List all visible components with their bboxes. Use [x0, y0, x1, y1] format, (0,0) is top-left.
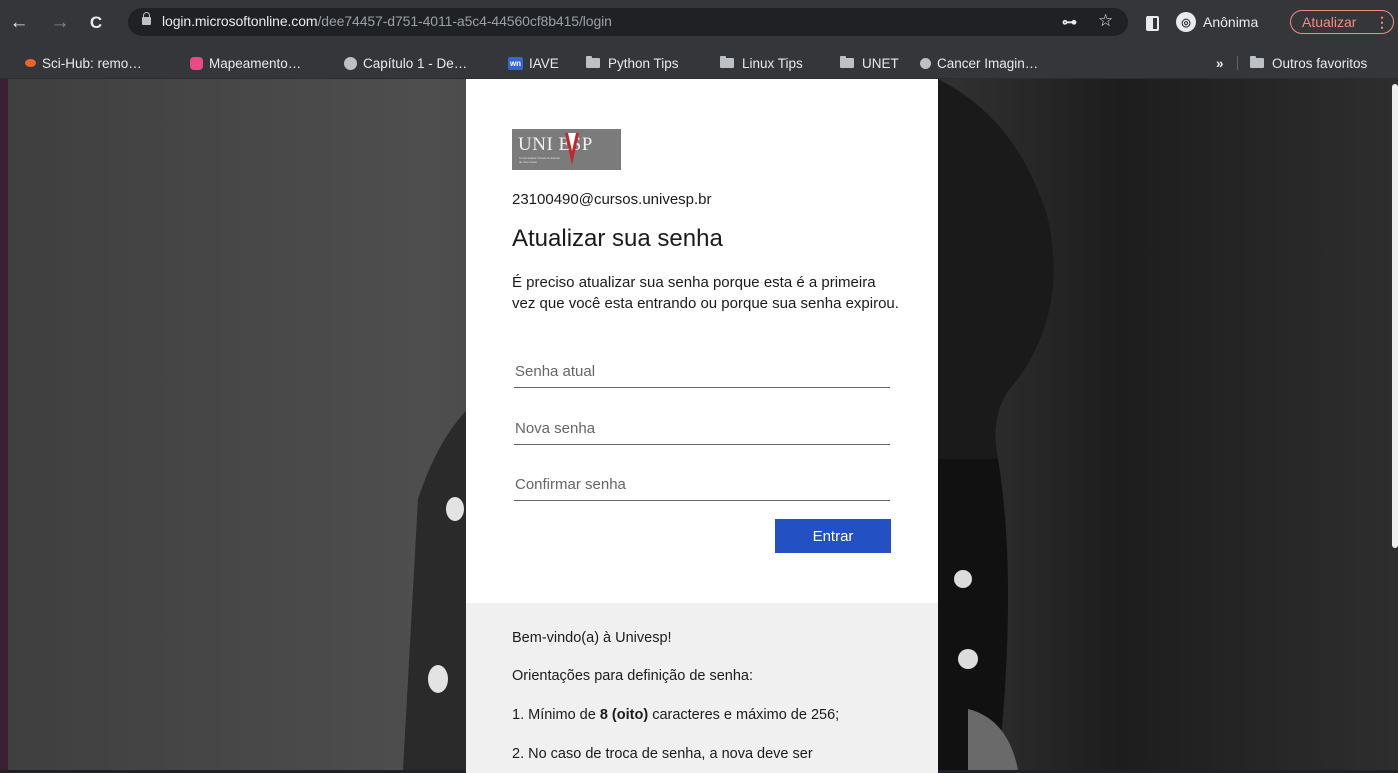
url-host: login.microsoftonline.com	[162, 13, 318, 29]
bookmark-capitulo[interactable]: Capítulo 1 - De…	[344, 54, 467, 72]
bookmark-label: IAVE	[529, 55, 559, 71]
address-bar[interactable]: login.microsoftonline.com/dee74457-d751-…	[128, 8, 1128, 36]
bookmark-label: Cancer Imagin…	[937, 55, 1039, 71]
app-icon	[190, 56, 203, 70]
bookmarks-divider	[1237, 56, 1238, 70]
globe-icon	[344, 56, 357, 70]
browser-toolbar: ← → C login.microsoftonline.com/dee74457…	[0, 0, 1398, 48]
back-icon[interactable]: ←	[9, 13, 29, 33]
submit-button[interactable]: Entrar	[775, 519, 891, 553]
bookmarks-bar: Sci-Hub: remo… Mapeamento… Capítulo 1 - …	[0, 48, 1398, 79]
dot-shape	[446, 497, 464, 521]
guideline-rule-1: 1. Mínimo de 8 (oito) caracteres e máxim…	[512, 707, 839, 723]
bookmark-label: Outros favoritos	[1272, 55, 1368, 71]
bookmark-label: Python Tips	[608, 55, 679, 71]
scihub-icon	[25, 59, 36, 67]
side-panel-icon[interactable]	[1146, 16, 1159, 31]
logo-v-inner	[568, 133, 576, 151]
confirm-password-field[interactable]	[514, 468, 890, 501]
rule1-prefix: 1. Mínimo de	[512, 707, 600, 723]
bookmark-python-tips[interactable]: Python Tips	[586, 54, 679, 72]
bookmarks-overflow-icon[interactable]: »	[1216, 54, 1224, 72]
bookmark-star-icon[interactable]: ☆	[1098, 11, 1113, 31]
bookmark-other-favorites[interactable]: Outros favoritos	[1250, 54, 1367, 72]
dot-shape	[958, 649, 978, 669]
bookmark-cancer-imaging[interactable]: Cancer Imagin…	[920, 54, 1038, 72]
bookmark-label: Capítulo 1 - De…	[363, 55, 468, 71]
account-email: 23100490@cursos.univesp.br	[512, 191, 712, 208]
password-guidelines-panel: Bem-vindo(a) à Univesp! Orientações para…	[466, 603, 938, 773]
url-text[interactable]: login.microsoftonline.com/dee74457-d751-…	[162, 13, 612, 29]
bookmark-unet[interactable]: UNET	[840, 54, 899, 72]
folder-icon	[1250, 56, 1264, 68]
incognito-icon[interactable]: ◎	[1176, 12, 1196, 32]
guidelines-title: Orientações para definição de senha:	[512, 668, 754, 684]
bookmark-label: Mapeamento…	[209, 55, 302, 71]
reload-icon[interactable]: C	[86, 13, 106, 33]
login-card: UNI ESP Universidade Virtual do Estado d…	[466, 79, 938, 773]
new-password-field[interactable]	[514, 412, 890, 445]
profile-label[interactable]: Anônima	[1203, 14, 1258, 30]
folder-icon	[840, 56, 854, 68]
hair-shape	[938, 79, 1054, 459]
logo-text: UNI ESP	[518, 134, 593, 155]
wn-icon: wn	[508, 56, 523, 70]
bookmark-label: Sci-Hub: remo…	[42, 55, 142, 71]
bookmark-label: Linux Tips	[742, 55, 803, 71]
bookmark-label: UNET	[862, 55, 899, 71]
bookmark-scihub[interactable]: Sci-Hub: remo…	[25, 54, 142, 72]
update-label: Atualizar	[1302, 14, 1357, 30]
logo-subtext: Universidade Virtual do Estado de São Pa…	[519, 156, 561, 164]
arm-shape	[403, 409, 468, 770]
scrollbar[interactable]	[1392, 84, 1398, 548]
cancer-icon	[920, 57, 931, 69]
bookmark-linux-tips[interactable]: Linux Tips	[720, 54, 803, 72]
description-text: É preciso atualizar sua senha porque est…	[512, 274, 899, 312]
bookmark-iave[interactable]: wn IAVE	[508, 54, 559, 72]
current-password-field[interactable]	[514, 355, 890, 388]
update-browser-button[interactable]: Atualizar ⋮	[1290, 10, 1394, 34]
forward-icon[interactable]: →	[50, 13, 70, 33]
rule1-suffix: caracteres e máximo de 256;	[648, 707, 840, 723]
lock-icon[interactable]	[142, 12, 151, 25]
menu-icon[interactable]: ⋮	[1375, 11, 1389, 33]
folder-icon	[586, 56, 600, 68]
bookmark-mapeamento[interactable]: Mapeamento…	[190, 54, 301, 72]
dot-shape	[954, 570, 972, 588]
rule1-bold: 8 (oito)	[599, 707, 649, 723]
guideline-rule-2: 2. No caso de troca de senha, a nova dev…	[512, 746, 813, 762]
page-title: Atualizar sua senha	[512, 225, 723, 252]
folder-icon	[720, 56, 734, 68]
key-icon[interactable]: ⊶	[1062, 13, 1077, 31]
page-left-border	[0, 79, 8, 770]
univesp-logo: UNI ESP Universidade Virtual do Estado d…	[512, 129, 621, 170]
url-path: /dee74457-d751-4011-a5c4-44560cf8b415/lo…	[317, 13, 612, 29]
dot-shape	[428, 665, 448, 693]
welcome-text: Bem-vindo(a) à Univesp!	[512, 630, 672, 646]
